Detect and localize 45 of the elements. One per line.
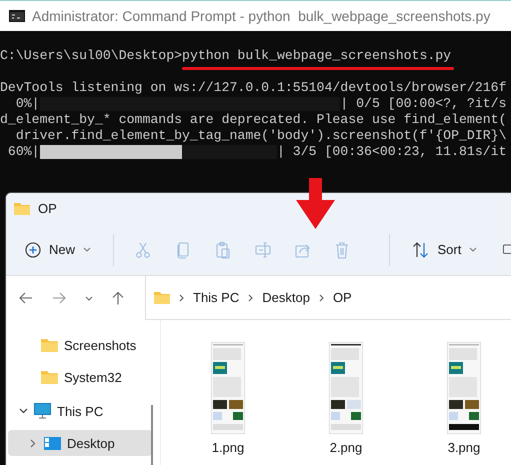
chevron-icon[interactable] [18, 408, 28, 414]
folder-icon [41, 338, 58, 352]
caret-icon [469, 247, 478, 252]
sort-button[interactable]: Sort [408, 236, 482, 264]
file-item[interactable]: 3.png [439, 342, 489, 465]
folder-icon [41, 370, 58, 384]
breadcrumb-item[interactable]: This PC [193, 290, 240, 305]
chevron-icon [318, 294, 324, 302]
up-icon[interactable] [112, 291, 124, 305]
sort-icon [412, 242, 430, 258]
arrow-icon [296, 178, 336, 230]
sidebar-item[interactable]: Screenshots [8, 332, 152, 358]
view-icon[interactable] [503, 242, 511, 256]
window-title: OP [38, 201, 57, 216]
chevron-icon [179, 294, 184, 302]
address-bar[interactable]: This PC Desktop OP [145, 276, 511, 320]
back-icon[interactable] [19, 292, 33, 304]
terminal-output: driver.find_element_by_tag_name('body').screenshot(f'{OP_DIR}\ [14, 128, 506, 144]
caret-icon [83, 247, 92, 252]
command-text: python bulk_webpage_screenshots.py [182, 48, 452, 64]
terminal-icon [9, 10, 25, 22]
terminal-output: d_element_by_* commands are deprecated. Please use find_element( [0, 112, 506, 128]
chevron-icon [248, 294, 254, 302]
breadcrumb-item[interactable]: Desktop [262, 290, 310, 305]
window-title: Administrator: Command Prompt - python bulk_webpage_screenshots.py [32, 8, 490, 24]
file-item[interactable]: 1.png [203, 342, 253, 465]
progress-status: | 3/5 [00:36<00:23, 11.81s/it [276, 144, 506, 160]
terminal-prompt: C:\Users\sul00\Desktop> [0, 48, 182, 64]
file-item[interactable]: 2.png [321, 342, 371, 465]
caret-icon[interactable] [85, 296, 93, 300]
breadcrumb-item[interactable]: OP [332, 290, 352, 305]
desktop-icon [44, 436, 61, 450]
terminal-output: DevTools listening on ws://127.0.0.1:55104/devtools/browser/216f [0, 80, 506, 96]
sidebar-item[interactable]: System32 [8, 364, 152, 390]
monitor-icon [34, 403, 51, 419]
sidebar-item[interactable]: Desktop [8, 430, 152, 456]
progress-status: | 0/5 [00:00<?, ?it/s [340, 96, 506, 112]
folder-icon [154, 291, 170, 304]
progress-percent: 60%| [6, 144, 40, 160]
plus-icon [25, 242, 41, 258]
forward-icon[interactable] [52, 292, 66, 304]
sidebar-item[interactable]: This PC [8, 398, 152, 424]
folder-icon [14, 202, 30, 215]
new-button[interactable]: New [21, 236, 96, 264]
progress-percent: 0%| [14, 96, 40, 112]
